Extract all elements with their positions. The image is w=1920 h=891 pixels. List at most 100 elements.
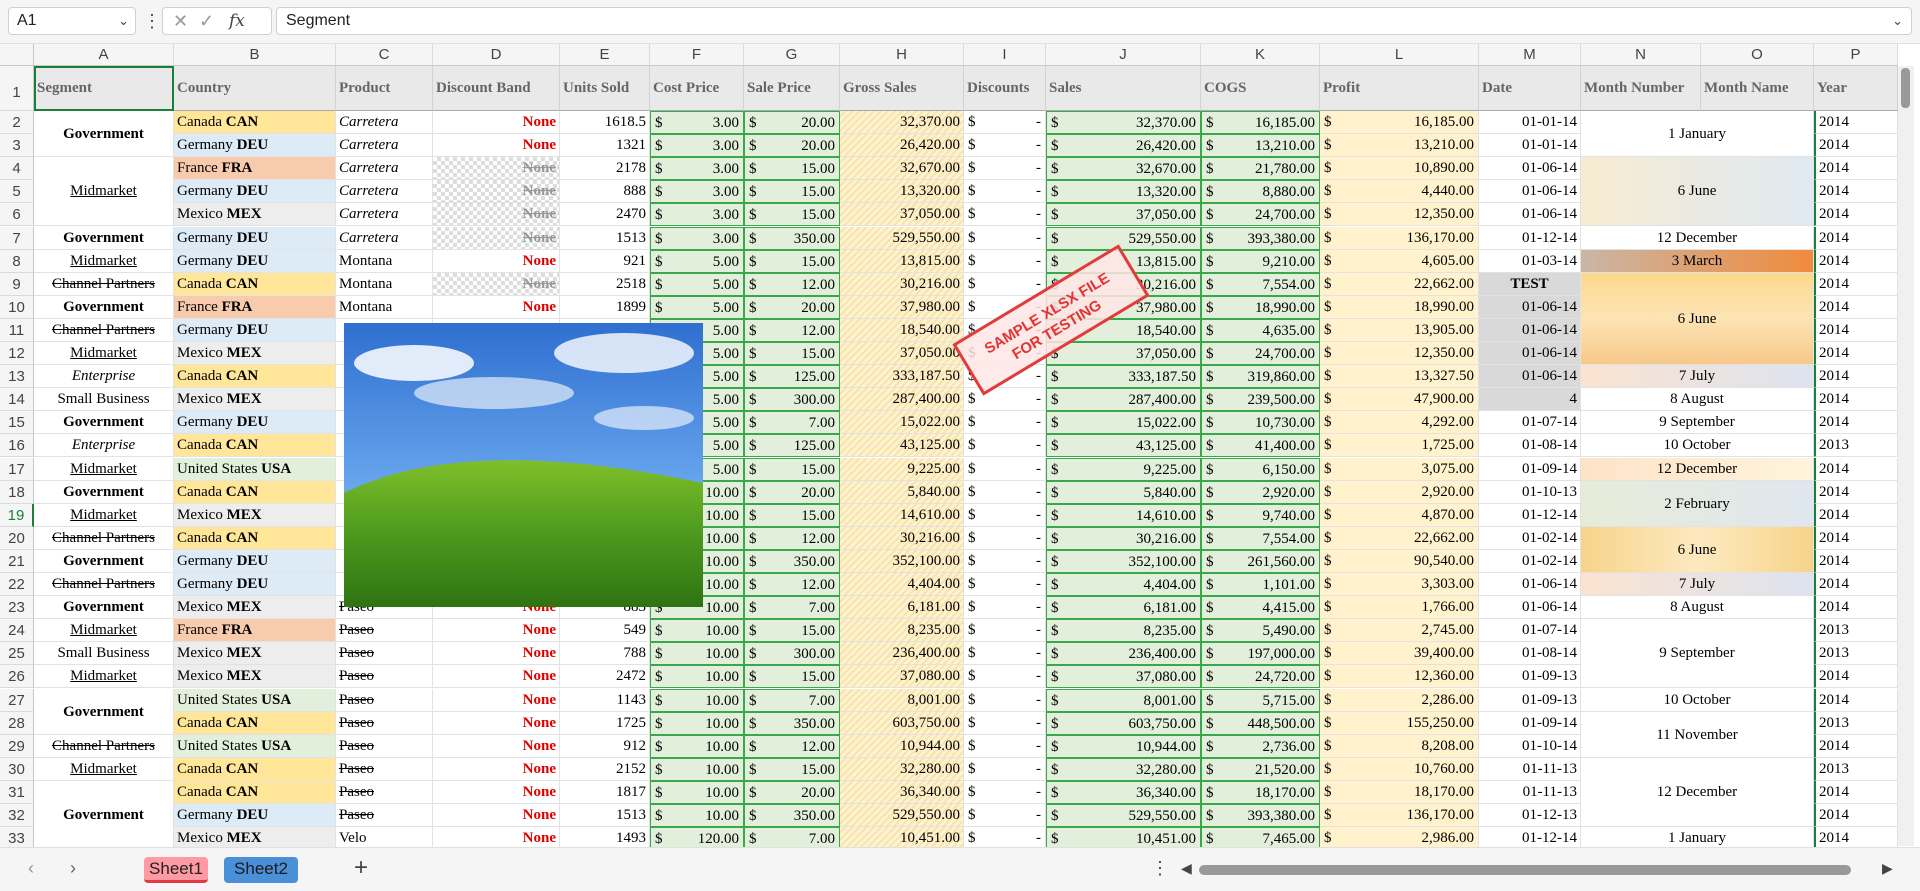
gross-sales-cell[interactable]: 37,980.00 [840, 295, 964, 319]
row-header[interactable]: 23 [0, 596, 34, 620]
segment-cell[interactable]: Government [34, 780, 174, 847]
discounts-cell[interactable]: $- [964, 573, 1046, 597]
cogs-cell[interactable]: $448,500.00 [1201, 711, 1320, 735]
segment-cell[interactable]: Channel Partners [34, 734, 174, 758]
date-cell[interactable]: 01-09-14 [1479, 457, 1581, 481]
discount-band-cell[interactable]: None [433, 688, 560, 712]
discount-band-cell[interactable]: None [433, 272, 560, 296]
sale-price-cell[interactable]: $12.00 [744, 526, 840, 550]
date-cell[interactable]: 01-01-14 [1479, 134, 1581, 158]
discounts-cell[interactable]: $- [964, 688, 1046, 712]
header-cell[interactable]: Sale Price [744, 66, 840, 111]
cost-price-cell[interactable]: $120.00 [650, 827, 744, 847]
row-header[interactable]: 30 [0, 757, 34, 781]
date-cell[interactable]: 01-10-13 [1479, 480, 1581, 504]
country-cell[interactable]: Germany DEU [174, 573, 336, 597]
profit-cell[interactable]: $16,185.00 [1320, 111, 1479, 135]
sale-price-cell[interactable]: $350.00 [744, 226, 840, 250]
row-header[interactable]: 7 [0, 226, 34, 250]
units-sold-cell[interactable]: 912 [560, 734, 650, 758]
discounts-cell[interactable]: $- [964, 596, 1046, 620]
sales-cell[interactable]: $529,550.00 [1046, 226, 1201, 250]
gross-sales-cell[interactable]: 352,100.00 [840, 549, 964, 573]
country-cell[interactable]: Mexico MEX [174, 642, 336, 666]
row-header[interactable]: 33 [0, 827, 34, 847]
product-cell[interactable]: Paseo [336, 642, 433, 666]
segment-cell[interactable]: Government [34, 596, 174, 620]
country-cell[interactable]: United States USA [174, 688, 336, 712]
cost-price-cell[interactable]: $5.00 [650, 249, 744, 273]
country-cell[interactable]: Canada CAN [174, 526, 336, 550]
cost-price-cell[interactable]: $3.00 [650, 226, 744, 250]
scroll-right-icon[interactable]: ▶ [1882, 860, 1893, 877]
sales-cell[interactable]: $30,216.00 [1046, 526, 1201, 550]
country-cell[interactable]: Canada CAN [174, 434, 336, 458]
cogs-cell[interactable]: $24,720.00 [1201, 665, 1320, 689]
profit-cell[interactable]: $13,210.00 [1320, 134, 1479, 158]
year-cell[interactable]: 2013 [1814, 434, 1898, 458]
year-cell[interactable]: 2014 [1814, 573, 1898, 597]
month-name-cell[interactable]: 1 January [1581, 827, 1814, 847]
cogs-cell[interactable]: $10,730.00 [1201, 411, 1320, 435]
discount-band-cell[interactable]: None [433, 734, 560, 758]
sale-price-cell[interactable]: $350.00 [744, 804, 840, 828]
profit-cell[interactable]: $8,208.00 [1320, 734, 1479, 758]
month-name-cell[interactable]: 12 December [1581, 226, 1814, 250]
gross-sales-cell[interactable]: 529,550.00 [840, 804, 964, 828]
gross-sales-cell[interactable]: 9,225.00 [840, 457, 964, 481]
date-cell[interactable]: 01-08-14 [1479, 434, 1581, 458]
profit-cell[interactable]: $18,170.00 [1320, 780, 1479, 804]
header-cell[interactable]: Gross Sales [840, 66, 964, 111]
cogs-cell[interactable]: $393,380.00 [1201, 226, 1320, 250]
profit-cell[interactable]: $4,440.00 [1320, 180, 1479, 204]
scroll-thumb[interactable] [1901, 68, 1910, 108]
sales-cell[interactable]: $43,125.00 [1046, 434, 1201, 458]
row-header[interactable]: 1 [0, 66, 34, 111]
row-header[interactable]: 3 [0, 134, 34, 158]
discounts-cell[interactable]: $- [964, 180, 1046, 204]
row-header[interactable]: 20 [0, 526, 34, 550]
fx-icon[interactable]: fx [229, 8, 245, 34]
cogs-cell[interactable]: $13,210.00 [1201, 134, 1320, 158]
sales-cell[interactable]: $10,944.00 [1046, 734, 1201, 758]
gross-sales-cell[interactable]: 8,001.00 [840, 688, 964, 712]
sales-cell[interactable]: $32,280.00 [1046, 757, 1201, 781]
units-sold-cell[interactable]: 549 [560, 619, 650, 643]
sale-price-cell[interactable]: $15.00 [744, 503, 840, 527]
profit-cell[interactable]: $22,662.00 [1320, 526, 1479, 550]
date-cell[interactable]: 01-10-14 [1479, 734, 1581, 758]
discount-band-cell[interactable]: None [433, 619, 560, 643]
sale-price-cell[interactable]: $300.00 [744, 642, 840, 666]
cogs-cell[interactable]: $4,415.00 [1201, 596, 1320, 620]
row-header[interactable]: 25 [0, 642, 34, 666]
year-cell[interactable]: 2014 [1814, 295, 1898, 319]
header-cell[interactable]: Discounts [964, 66, 1046, 111]
sales-cell[interactable]: $333,187.50 [1046, 365, 1201, 389]
row-header[interactable]: 14 [0, 388, 34, 412]
sales-cell[interactable]: $4,404.00 [1046, 573, 1201, 597]
cost-price-cell[interactable]: $10.00 [650, 619, 744, 643]
year-cell[interactable]: 2014 [1814, 734, 1898, 758]
segment-cell[interactable]: Enterprise [34, 434, 174, 458]
row-header[interactable]: 9 [0, 272, 34, 296]
units-sold-cell[interactable]: 1143 [560, 688, 650, 712]
year-cell[interactable]: 2014 [1814, 272, 1898, 296]
gross-sales-cell[interactable]: 603,750.00 [840, 711, 964, 735]
cost-price-cell[interactable]: $10.00 [650, 757, 744, 781]
row-header[interactable]: 21 [0, 549, 34, 573]
sale-price-cell[interactable]: $7.00 [744, 411, 840, 435]
segment-cell[interactable]: Government [34, 688, 174, 735]
gross-sales-cell[interactable]: 32,280.00 [840, 757, 964, 781]
units-sold-cell[interactable]: 788 [560, 642, 650, 666]
more-options-icon[interactable]: ⋮ [1151, 858, 1169, 879]
sale-price-cell[interactable]: $350.00 [744, 711, 840, 735]
column-header-D[interactable]: D [433, 44, 560, 66]
profit-cell[interactable]: $12,360.00 [1320, 665, 1479, 689]
units-sold-cell[interactable]: 2470 [560, 203, 650, 227]
row-header[interactable]: 15 [0, 411, 34, 435]
sales-cell[interactable]: $8,235.00 [1046, 619, 1201, 643]
discount-band-cell[interactable]: None [433, 711, 560, 735]
units-sold-cell[interactable]: 2152 [560, 757, 650, 781]
row-header[interactable]: 13 [0, 365, 34, 389]
product-cell[interactable]: Paseo [336, 734, 433, 758]
